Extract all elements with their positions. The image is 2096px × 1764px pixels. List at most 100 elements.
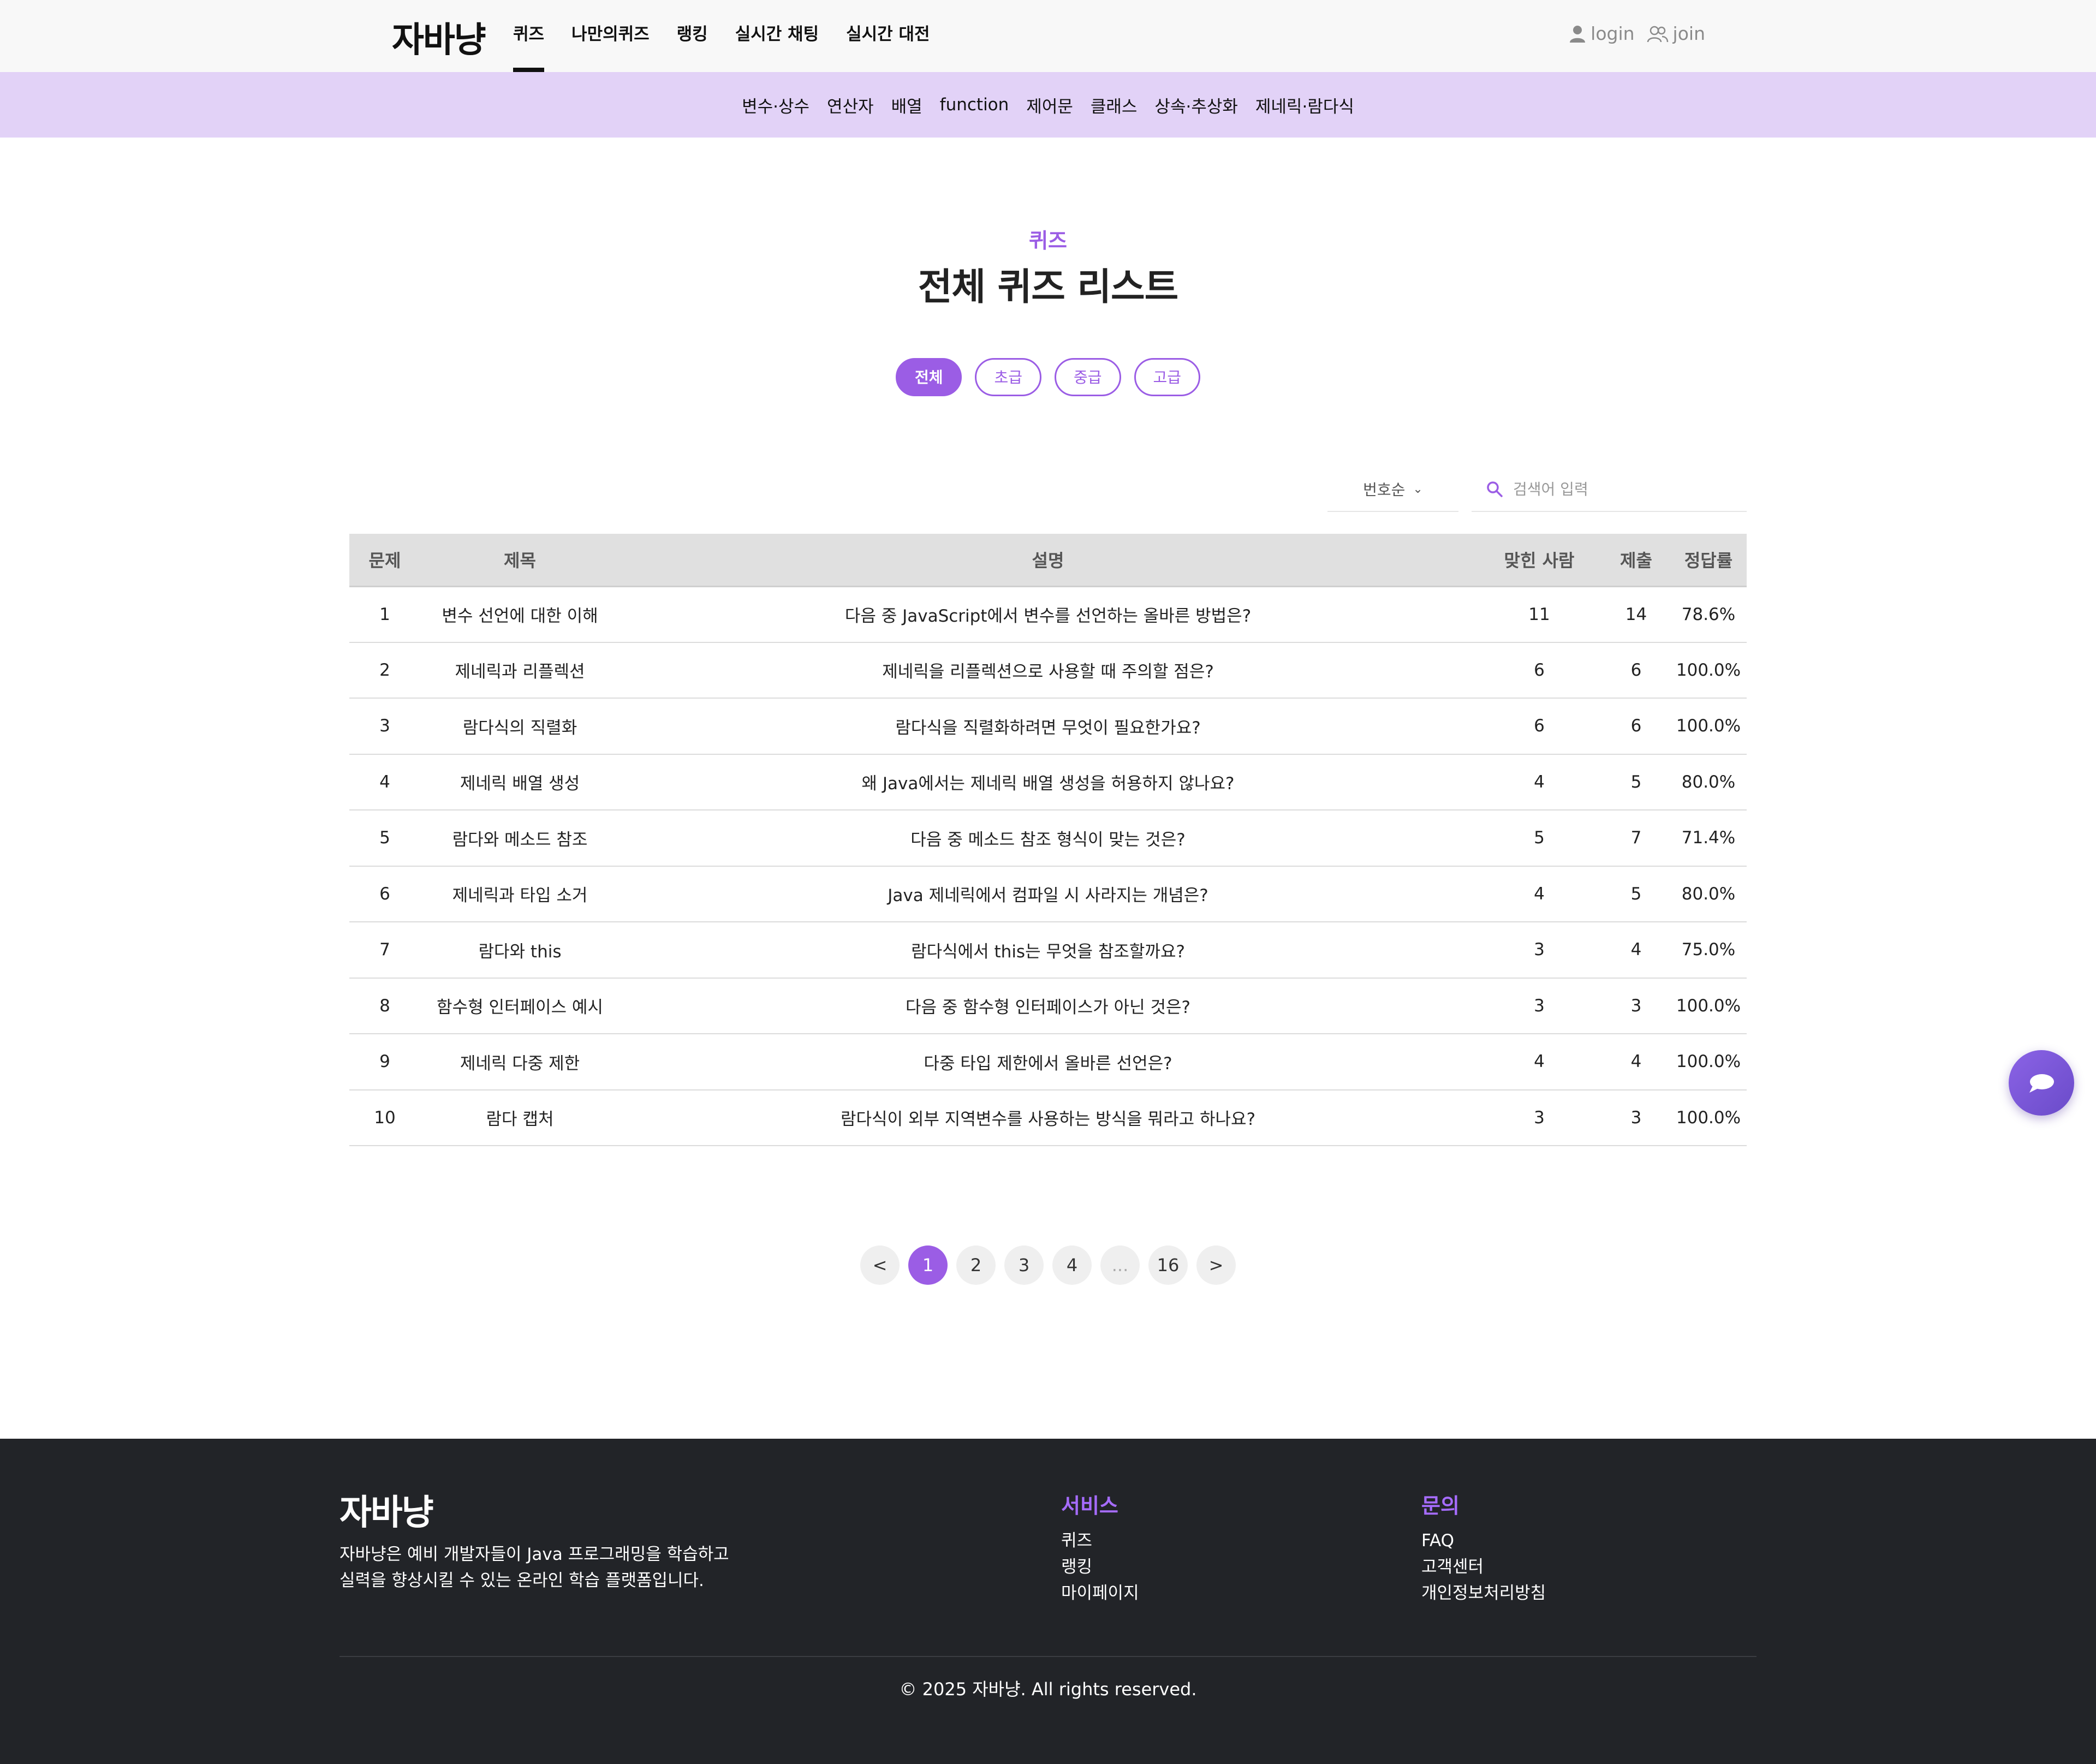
table-row[interactable]: 9 제네릭 다중 제한 다중 타입 제한에서 올바른 선언은? 4 4 100.0% [349, 1034, 1747, 1090]
search-icon [1487, 481, 1503, 497]
cell-submissions: 3 [1630, 996, 1642, 1016]
nav-my-quiz[interactable]: 나만의퀴즈 [571, 0, 650, 72]
table-row[interactable]: 2 제네릭과 리플렉션 제네릭을 리플렉션으로 사용할 때 주의할 점은? 6 6 100… [349, 642, 1747, 698]
footer-description: 자바냥은 예비 개발자들이 Java 프로그래밍을 학습하고 실력을 향상시킬 … [340, 1541, 831, 1594]
header-submissions: 제출 [1620, 550, 1652, 571]
cell-submissions: 6 [1630, 660, 1642, 680]
table-row[interactable]: 1 변수 선언에 대한 이해 다음 중 JavaScript에서 변수를 선언하는 … [349, 586, 1747, 642]
cell-title: 람다와 this [478, 941, 562, 962]
category-generics-lambda[interactable]: 제네릭·람다식 [1255, 93, 1354, 117]
cell-title: 제네릭 다중 제한 [460, 1053, 580, 1074]
cell-correct-count: 3 [1534, 1107, 1545, 1128]
header-description: 설명 [1032, 550, 1064, 571]
cell-submissions: 5 [1630, 884, 1642, 904]
next-page-button[interactable]: > [1196, 1245, 1236, 1285]
join-link[interactable]: join [1647, 23, 1705, 44]
cell-number: 8 [379, 996, 390, 1016]
prev-page-button[interactable]: < [860, 1245, 900, 1285]
page-ellipsis: ... [1100, 1245, 1140, 1285]
page-16-button[interactable]: 16 [1148, 1245, 1188, 1285]
cell-description: 왜 Java에서는 제네릭 배열 생성을 허용하지 않나요? [861, 774, 1235, 794]
cell-accuracy: 100.0% [1676, 1107, 1741, 1128]
cell-title: 제네릭 배열 생성 [460, 774, 580, 794]
category-operators[interactable]: 연산자 [827, 93, 874, 117]
page-4-button[interactable]: 4 [1052, 1245, 1092, 1285]
nav-quiz[interactable]: 퀴즈 [513, 0, 545, 72]
pagination: < 1 2 3 4 ... 16 > [0, 1245, 2096, 1285]
cell-description: 람다식이 외부 지역변수를 사용하는 방식을 뭐라고 하나요? [840, 1110, 1256, 1130]
footer-service-title: 서비스 [1061, 1494, 1118, 1518]
category-nav: 변수·상수 연산자 배열 function 제어문 클래스 상속·추상화 제네릭… [0, 72, 2096, 138]
table-row[interactable]: 8 함수형 인터페이스 예시 다음 중 함수형 인터페이스가 아닌 것은? 3 3 100… [349, 978, 1747, 1034]
cell-number: 9 [379, 1052, 390, 1072]
category-arrays[interactable]: 배열 [891, 93, 922, 117]
table-row[interactable]: 3 람다식의 직렬화 람다식을 직렬화하려면 무엇이 필요한가요? 6 6 100.0% [349, 698, 1747, 754]
search-input[interactable] [1513, 480, 1742, 498]
level-advanced-button[interactable]: 고급 [1134, 358, 1201, 396]
category-function[interactable]: function [940, 95, 1009, 115]
table-body: 1 변수 선언에 대한 이해 다음 중 JavaScript에서 변수를 선언하는 … [349, 586, 1747, 1146]
header-number: 문제 [368, 550, 401, 571]
nav-live-chat[interactable]: 실시간 채팅 [735, 0, 819, 72]
nav-live-battle[interactable]: 실시간 대전 [846, 0, 930, 72]
cell-correct-count: 4 [1534, 884, 1545, 904]
header-accuracy: 정답률 [1684, 550, 1733, 571]
cell-number: 4 [379, 772, 390, 792]
footer-link-quiz[interactable]: 퀴즈 [1061, 1528, 1139, 1554]
footer-link-support[interactable]: 고객센터 [1421, 1554, 1546, 1580]
cell-submissions: 4 [1630, 1052, 1642, 1072]
copyright: © 2025 자바냥. All rights reserved. [899, 1679, 1197, 1700]
page-1-button[interactable]: 1 [908, 1245, 948, 1285]
login-label: login [1591, 23, 1635, 44]
chat-button[interactable] [2009, 1050, 2074, 1116]
cell-correct-count: 4 [1534, 1052, 1545, 1072]
category-class[interactable]: 클래스 [1091, 93, 1138, 117]
cell-accuracy: 80.0% [1681, 884, 1736, 904]
level-beginner-button[interactable]: 초급 [975, 358, 1041, 396]
category-bar: 변수·상수 연산자 배열 function 제어문 클래스 상속·추상화 제네릭… [0, 72, 2096, 138]
login-link[interactable]: login [1569, 23, 1635, 44]
category-variables[interactable]: 변수·상수 [742, 93, 809, 117]
level-all-button[interactable]: 전체 [895, 358, 962, 396]
level-intermediate-button[interactable]: 중급 [1055, 358, 1121, 396]
cell-accuracy: 100.0% [1676, 996, 1741, 1016]
header-title: 제목 [504, 550, 536, 571]
cell-number: 6 [379, 884, 390, 904]
table-row[interactable]: 4 제네릭 배열 생성 왜 Java에서는 제네릭 배열 생성을 허용하지 않나요?… [349, 754, 1747, 810]
cell-accuracy: 71.4% [1681, 828, 1736, 848]
cell-title: 제네릭과 타입 소거 [452, 886, 588, 906]
footer-service-column: 서비스 퀴즈 랭킹 마이페이지 [1061, 1489, 1139, 1606]
sort-dropdown[interactable]: 번호순 ⌄ [1327, 467, 1458, 512]
table-row[interactable]: 5 람다와 메소드 참조 다음 중 메소드 참조 형식이 맞는 것은? 5 7 71.4% [349, 810, 1747, 866]
footer-contact-column: 문의 FAQ 고객센터 개인정보처리방침 [1421, 1489, 1546, 1606]
cell-description: 다중 타입 제한에서 올바른 선언은? [924, 1053, 1172, 1074]
cell-title: 람다와 메소드 참조 [452, 830, 588, 850]
footer-link-ranking[interactable]: 랭킹 [1061, 1554, 1139, 1580]
cell-accuracy: 100.0% [1676, 716, 1741, 736]
footer-link-mypage[interactable]: 마이페이지 [1061, 1580, 1139, 1606]
footer-link-faq[interactable]: FAQ [1421, 1528, 1546, 1554]
page-3-button[interactable]: 3 [1004, 1245, 1044, 1285]
cell-number: 7 [379, 940, 390, 960]
cell-description: 다음 중 함수형 인터페이스가 아닌 것은? [905, 998, 1191, 1018]
category-control[interactable]: 제어문 [1026, 93, 1073, 117]
cell-correct-count: 6 [1534, 660, 1545, 680]
users-icon [1647, 26, 1668, 42]
table-row[interactable]: 6 제네릭과 타입 소거 Java 제네릭에서 컴파일 시 사라지는 개념은? 4 5 8… [349, 866, 1747, 922]
nav-ranking[interactable]: 랭킹 [677, 0, 708, 72]
cell-accuracy: 100.0% [1676, 1052, 1741, 1072]
cell-accuracy: 80.0% [1681, 772, 1736, 792]
level-filter: 전체 초급 중급 고급 [0, 358, 2096, 396]
site-logo[interactable]: 자바냥 [392, 12, 486, 62]
table-row[interactable]: 7 람다와 this 람다식에서 this는 무엇을 참조할까요? 3 4 75.0% [349, 922, 1747, 978]
page-2-button[interactable]: 2 [956, 1245, 996, 1285]
user-icon [1570, 25, 1586, 43]
cell-number: 1 [379, 604, 390, 624]
footer-logo: 자바냥 [340, 1493, 434, 1533]
footer-link-privacy[interactable]: 개인정보처리방침 [1421, 1580, 1546, 1606]
table-row[interactable]: 10 람다 캡처 람다식이 외부 지역변수를 사용하는 방식을 뭐라고 하나요? 3 3… [349, 1090, 1747, 1146]
category-inheritance[interactable]: 상속·추상화 [1154, 93, 1237, 117]
quiz-table: 문제 제목 설명 맞힌 사람 제출 정답률 1 변수 선언에 대한 이해 다음 중 … [349, 534, 1747, 1146]
sort-label: 번호순 [1363, 481, 1406, 499]
cell-correct-count: 5 [1534, 828, 1545, 848]
